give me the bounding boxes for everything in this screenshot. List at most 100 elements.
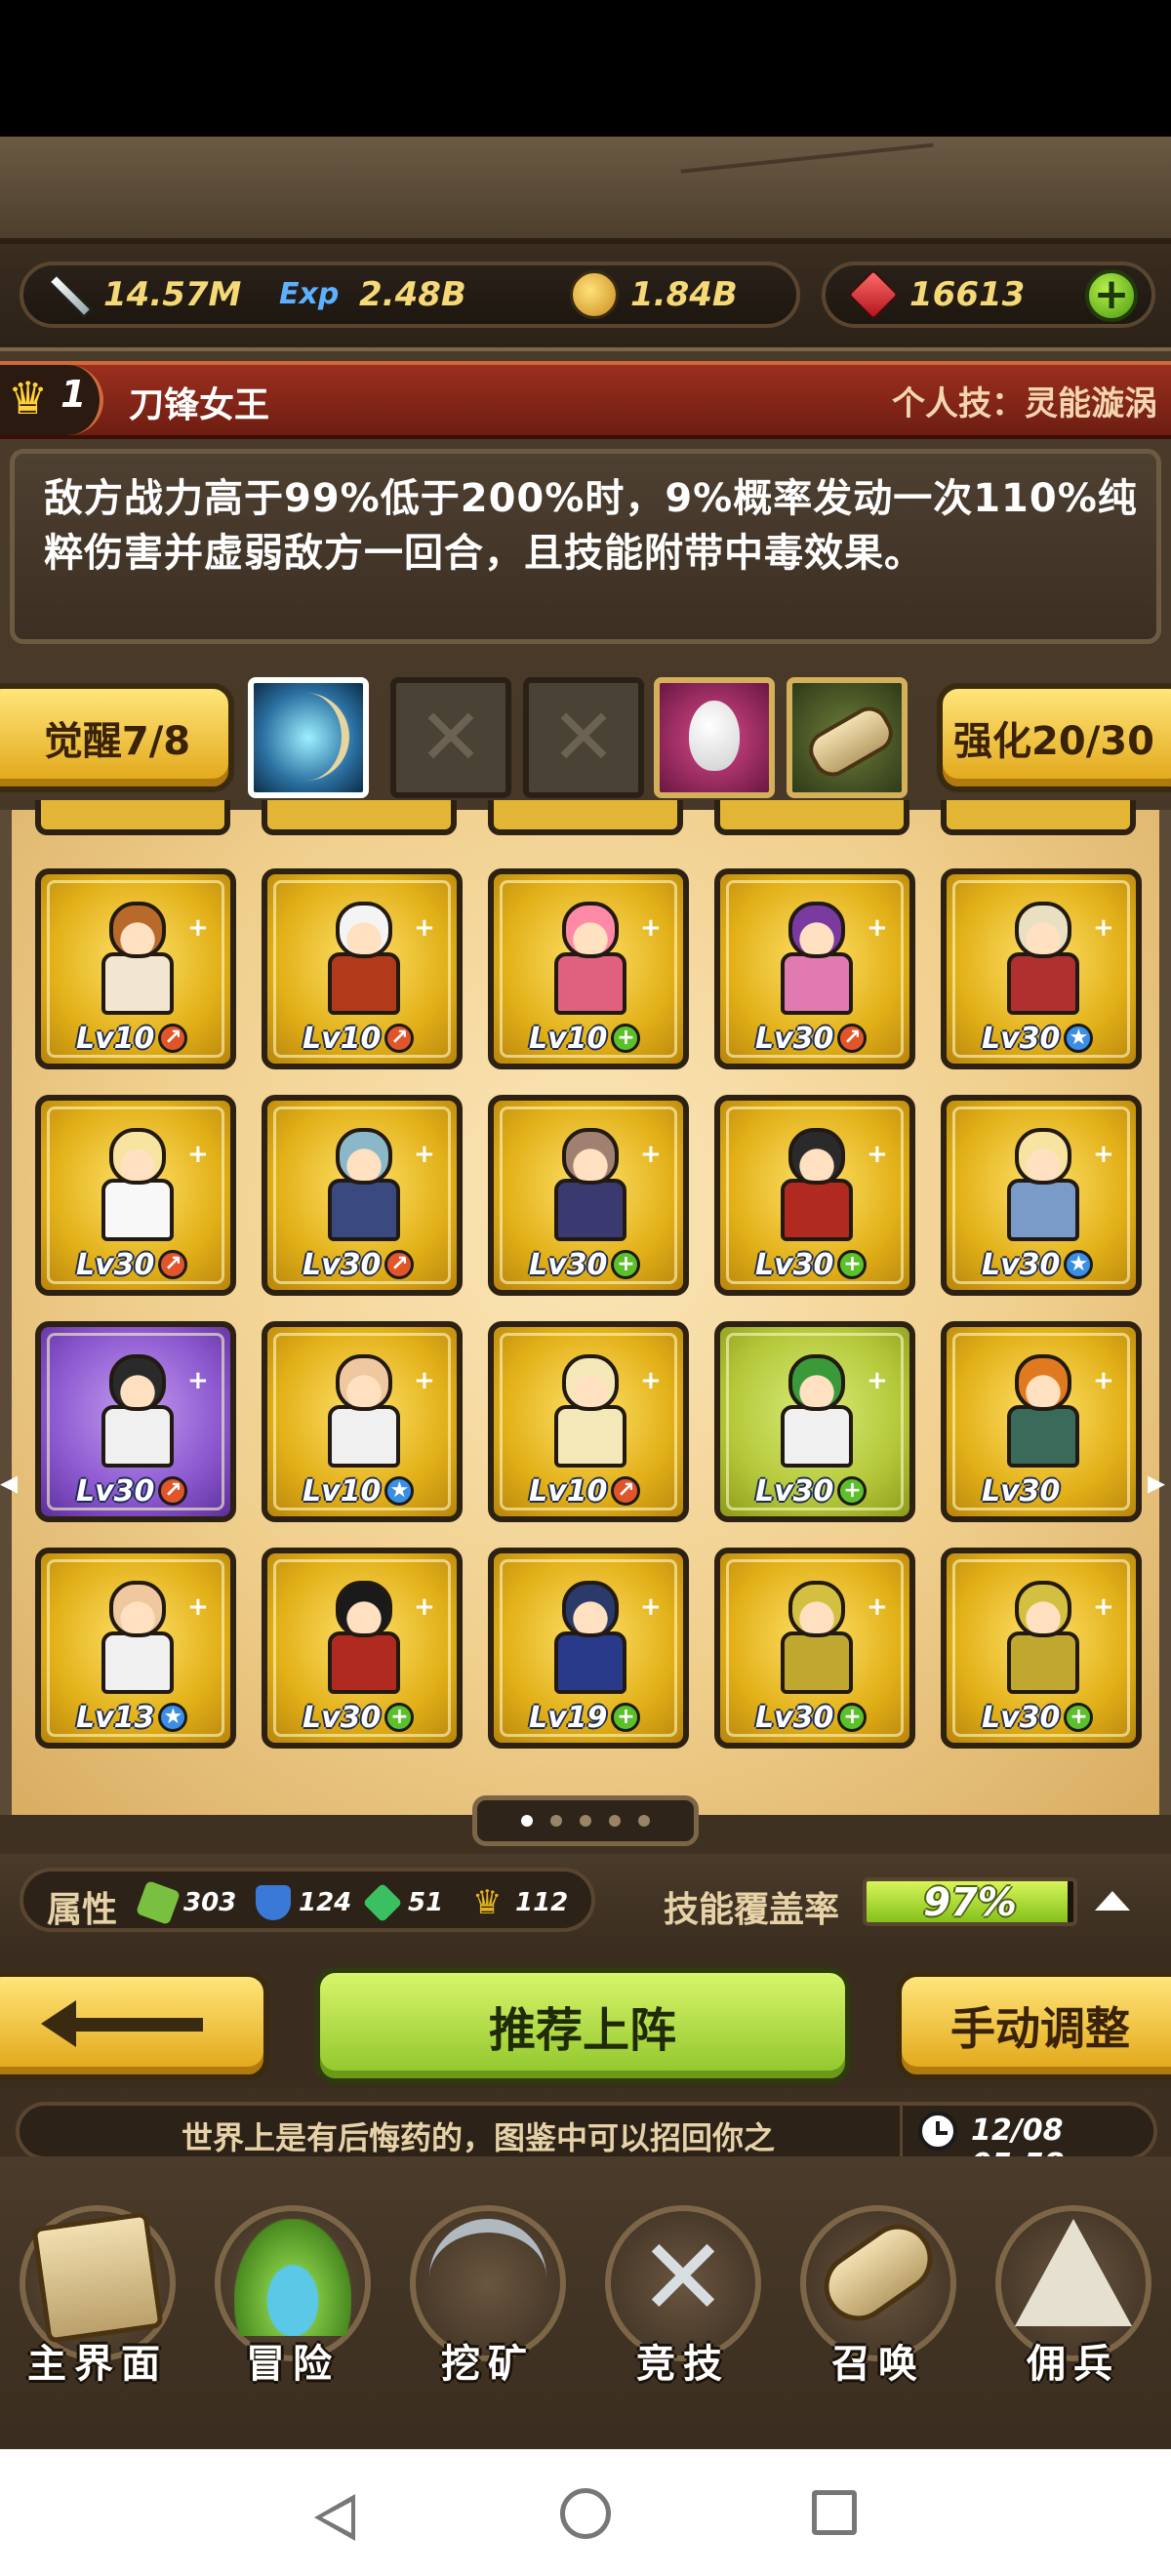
hero-portrait bbox=[314, 1581, 412, 1702]
hero-level: Lv30 bbox=[982, 1247, 1061, 1282]
hero-portrait bbox=[541, 902, 638, 1023]
hero-portrait bbox=[541, 1128, 638, 1249]
page-dot[interactable] bbox=[638, 1815, 650, 1827]
hero-card[interactable]: + Lv30 bbox=[941, 1321, 1142, 1522]
empty-slot-icon[interactable] bbox=[523, 677, 644, 798]
red-status-icon: ↗ bbox=[158, 1024, 188, 1053]
hero-card[interactable]: + Lv30 + bbox=[714, 1095, 915, 1296]
hero-card[interactable]: + Lv30 ↗ bbox=[35, 1321, 236, 1522]
power-value: 14.57M bbox=[103, 275, 242, 314]
android-home-icon[interactable] bbox=[560, 2488, 611, 2539]
android-back-icon[interactable] bbox=[314, 2494, 355, 2541]
skill-description-box: 敌方战力高于99%低于200%时，9%概率发动一次110%纯粹伤害并虚弱敌方一回… bbox=[10, 449, 1161, 644]
back-button[interactable] bbox=[0, 1971, 269, 2080]
hero-card[interactable]: + Lv30 ★ bbox=[941, 868, 1142, 1069]
hero-level-badge: Lv30 + bbox=[529, 1245, 641, 1284]
hero-card[interactable]: + Lv30 ↗ bbox=[262, 1095, 463, 1296]
attr-shield-value: 124 bbox=[299, 1888, 352, 1917]
clock-icon bbox=[918, 2112, 957, 2151]
nav-main[interactable]: 主界面 bbox=[0, 2195, 195, 2391]
hero-card[interactable]: + Lv13 ★ bbox=[35, 1548, 236, 1749]
sparkle-icon: + bbox=[1093, 913, 1114, 943]
green-status-icon: + bbox=[611, 1703, 641, 1732]
hero-card[interactable]: + Lv10 ↗ bbox=[35, 868, 236, 1069]
hero-portrait bbox=[767, 1128, 865, 1249]
personal-skill[interactable]: 个人技：灵能漩涡 bbox=[892, 377, 1157, 424]
grid-prev-arrow[interactable]: ◂ bbox=[0, 1464, 25, 1503]
hero-level-badge: Lv10 ↗ bbox=[529, 1471, 641, 1510]
hero-level: Lv30 bbox=[982, 1473, 1061, 1509]
nav-arena[interactable]: ✕ 竞技 bbox=[586, 2195, 781, 2391]
page-dot[interactable] bbox=[580, 1815, 591, 1827]
skill-description: 敌方战力高于99%低于200%时，9%概率发动一次110%纯粹伤害并虚弱敌方一回… bbox=[44, 476, 1138, 576]
hero-level: Lv30 bbox=[76, 1473, 155, 1509]
hero-portrait bbox=[314, 902, 412, 1023]
nav-summon[interactable]: 召唤 bbox=[781, 2195, 976, 2391]
hero-level-badge: Lv30 ↗ bbox=[303, 1245, 415, 1284]
blue-status-icon: ★ bbox=[1064, 1024, 1094, 1053]
lightning-bow-icon[interactable] bbox=[248, 677, 369, 798]
add-gems-button[interactable]: + bbox=[1085, 269, 1138, 322]
red-status-icon: ↗ bbox=[158, 1250, 188, 1279]
action-row: 推荐上阵 手动调整 bbox=[0, 1952, 1171, 2088]
sparkle-icon: + bbox=[1093, 1592, 1114, 1622]
android-recents-icon[interactable] bbox=[812, 2490, 857, 2535]
page-dot[interactable] bbox=[521, 1815, 533, 1827]
hero-card[interactable]: + Lv30 + bbox=[714, 1321, 915, 1522]
nav-adventure[interactable]: 冒险 bbox=[195, 2195, 390, 2391]
hero-portrait bbox=[541, 1354, 638, 1475]
hero-level: Lv30 bbox=[76, 1247, 155, 1282]
enhance-button[interactable]: 强化20/30 bbox=[937, 683, 1171, 792]
hero-card[interactable]: + Lv19 + bbox=[488, 1548, 689, 1749]
nav-mercenary[interactable]: 佣兵 bbox=[976, 2195, 1171, 2391]
hero-card[interactable]: + Lv30 + bbox=[941, 1548, 1142, 1749]
hero-card[interactable]: + Lv30 ★ bbox=[941, 1095, 1142, 1296]
hero-card[interactable]: + Lv30 + bbox=[488, 1095, 689, 1296]
hero-level: Lv10 bbox=[76, 1021, 155, 1056]
hero-portrait bbox=[993, 1581, 1091, 1702]
nav-mining[interactable]: 挖矿 bbox=[390, 2195, 586, 2391]
hero-level: Lv30 bbox=[982, 1700, 1061, 1735]
hero-card[interactable]: + Lv10 ↗ bbox=[488, 1321, 689, 1522]
green-status-icon: + bbox=[837, 1703, 868, 1732]
sparkle-icon: + bbox=[187, 1592, 209, 1622]
blue-status-icon: ★ bbox=[1064, 1250, 1094, 1279]
sparkle-icon: + bbox=[1093, 1366, 1114, 1395]
hero-card[interactable]: + Lv10 ★ bbox=[262, 1321, 463, 1522]
hero-level: Lv13 bbox=[76, 1700, 155, 1735]
hero-card[interactable]: + Lv30 ↗ bbox=[35, 1095, 236, 1296]
green-status-icon: + bbox=[611, 1024, 641, 1053]
peek-card bbox=[714, 800, 909, 835]
recommend-deploy-button[interactable]: 推荐上阵 bbox=[314, 1967, 851, 2084]
manual-adjust-button[interactable]: 手动调整 bbox=[896, 1971, 1171, 2080]
sparkle-icon: + bbox=[640, 913, 662, 943]
grid-next-arrow[interactable]: ▸ bbox=[1148, 1464, 1171, 1503]
shield-icon bbox=[256, 1885, 291, 1920]
awaken-button[interactable]: 觉醒7/8 bbox=[0, 683, 234, 792]
gem-pill: 16613 + bbox=[822, 262, 1155, 328]
hero-level-badge: Lv10 + bbox=[529, 1019, 641, 1058]
hero-card[interactable]: + Lv10 ↗ bbox=[262, 868, 463, 1069]
page-dot[interactable] bbox=[550, 1815, 562, 1827]
hero-card[interactable]: + Lv30 ↗ bbox=[714, 868, 915, 1069]
hero-level-badge: Lv13 ★ bbox=[76, 1698, 188, 1737]
hero-card[interactable]: + Lv10 + bbox=[488, 868, 689, 1069]
hero-level: Lv30 bbox=[755, 1473, 834, 1509]
hero-level: Lv30 bbox=[755, 1021, 834, 1056]
peek-card bbox=[488, 800, 683, 835]
skill-coverage-label: 技能覆盖率 bbox=[664, 1890, 840, 1930]
hero-card[interactable]: + Lv30 + bbox=[714, 1548, 915, 1749]
hero-level-badge: Lv30 + bbox=[982, 1698, 1094, 1737]
sparkle-icon: + bbox=[867, 913, 888, 943]
nav-main-label: 主界面 bbox=[27, 2342, 168, 2387]
empty-slot-icon[interactable] bbox=[390, 677, 511, 798]
hero-card[interactable]: + Lv30 + bbox=[262, 1548, 463, 1749]
scroll-icon[interactable] bbox=[787, 677, 908, 798]
egg-icon[interactable] bbox=[654, 677, 775, 798]
nav-adventure-label: 冒险 bbox=[246, 2342, 340, 2387]
sparkle-icon: + bbox=[640, 1592, 662, 1622]
awaken-row: 觉醒7/8 强化20/30 bbox=[0, 664, 1171, 810]
expand-up-icon[interactable] bbox=[1095, 1891, 1130, 1911]
sparkle-icon: + bbox=[867, 1140, 888, 1169]
page-dot[interactable] bbox=[609, 1815, 621, 1827]
